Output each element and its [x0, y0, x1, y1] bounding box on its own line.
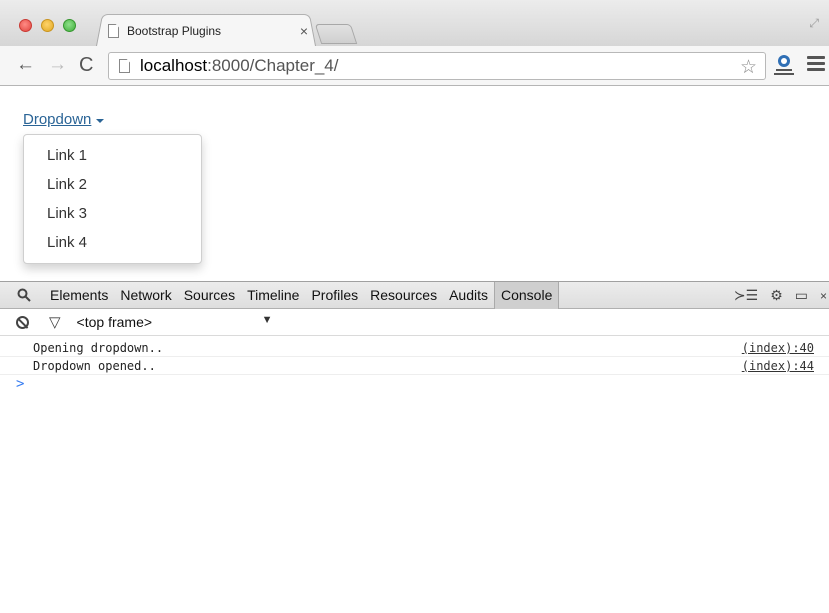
bookmark-star-icon[interactable]: ☆: [740, 56, 757, 79]
forward-button[interactable]: →: [48, 54, 67, 76]
dropdown-toggle[interactable]: Dropdown: [23, 111, 105, 128]
show-drawer-icon[interactable]: ≻☰: [734, 287, 758, 304]
reload-button[interactable]: C: [79, 54, 93, 76]
url-host: localhost: [140, 56, 208, 75]
tab-audits[interactable]: Audits: [443, 282, 494, 309]
tab-sources[interactable]: Sources: [178, 282, 241, 309]
devtools-actions: ≻☰ ⚙ ▭ ×: [734, 282, 829, 309]
tab-resources[interactable]: Resources: [364, 282, 443, 309]
dropdown-arrow-icon: ▼: [261, 314, 273, 326]
dropdown-menu: Link 1 Link 2 Link 3 Link 4: [23, 134, 202, 264]
console-message: Opening dropdown.. (index):40: [0, 339, 829, 357]
inspect-search-icon[interactable]: [14, 288, 34, 302]
caret-down-icon: [96, 118, 105, 123]
tab-console[interactable]: Console: [494, 281, 560, 309]
page-viewport: Dropdown Link 1 Link 2 Link 3 Link 4: [0, 86, 829, 281]
tab-title: Bootstrap Plugins: [127, 24, 222, 38]
url-text[interactable]: localhost:8000/Chapter_4/: [140, 56, 339, 76]
dropdown-item-link-4[interactable]: Link 4: [24, 228, 201, 257]
console-source-link[interactable]: (index):44: [742, 359, 814, 373]
window-zoom-button[interactable]: [63, 19, 76, 32]
tab-profiles[interactable]: Profiles: [305, 282, 364, 309]
console-prompt[interactable]: >: [16, 376, 24, 392]
page-icon: [108, 24, 119, 38]
filter-icon[interactable]: ▽: [49, 313, 61, 331]
dock-side-icon[interactable]: ▭: [795, 287, 808, 304]
url-path: :8000/Chapter_4/: [207, 56, 339, 75]
tab-elements[interactable]: Elements: [44, 282, 114, 309]
fullscreen-icon[interactable]: ⤢: [809, 16, 819, 31]
console-message-text: Dropdown opened..: [33, 359, 156, 373]
dropdown-item-link-3[interactable]: Link 3: [24, 199, 201, 228]
dropdown-item-link-1[interactable]: Link 1: [24, 141, 201, 170]
window-close-button[interactable]: [19, 19, 32, 32]
extension-icon[interactable]: [774, 54, 794, 76]
page-icon: [119, 59, 130, 73]
tab-network[interactable]: Network: [114, 282, 177, 309]
console-source-link[interactable]: (index):40: [742, 341, 814, 355]
close-devtools-icon[interactable]: ×: [820, 289, 827, 303]
devtools-tabbar: Elements Network Sources Timeline Profil…: [0, 281, 829, 309]
frame-select[interactable]: <top frame> ▼: [77, 314, 273, 330]
tab-timeline[interactable]: Timeline: [241, 282, 305, 309]
devtools-panel: Elements Network Sources Timeline Profil…: [0, 281, 829, 613]
settings-gear-icon[interactable]: ⚙: [770, 287, 783, 304]
tab-close-icon[interactable]: ×: [300, 23, 308, 39]
window-titlebar: Bootstrap Plugins × ⤢: [0, 0, 829, 46]
window-minimize-button[interactable]: [41, 19, 54, 32]
clear-console-icon[interactable]: [16, 315, 29, 329]
new-tab-button[interactable]: [314, 24, 358, 44]
browser-tab-content[interactable]: Bootstrap Plugins ×: [104, 20, 314, 42]
console-message: Dropdown opened.. (index):44: [0, 357, 829, 375]
dropdown-label: Dropdown: [23, 111, 92, 128]
frame-select-value: <top frame>: [76, 314, 153, 330]
console-filterbar: ▽ <top frame> ▼: [0, 309, 829, 336]
back-button[interactable]: ←: [16, 54, 35, 76]
dropdown-item-link-2[interactable]: Link 2: [24, 170, 201, 199]
console-message-text: Opening dropdown..: [33, 341, 164, 355]
address-bar[interactable]: localhost:8000/Chapter_4/ ☆: [108, 52, 766, 80]
browser-toolbar: ← → C localhost:8000/Chapter_4/ ☆: [0, 46, 829, 86]
chrome-menu-icon[interactable]: [807, 56, 825, 72]
